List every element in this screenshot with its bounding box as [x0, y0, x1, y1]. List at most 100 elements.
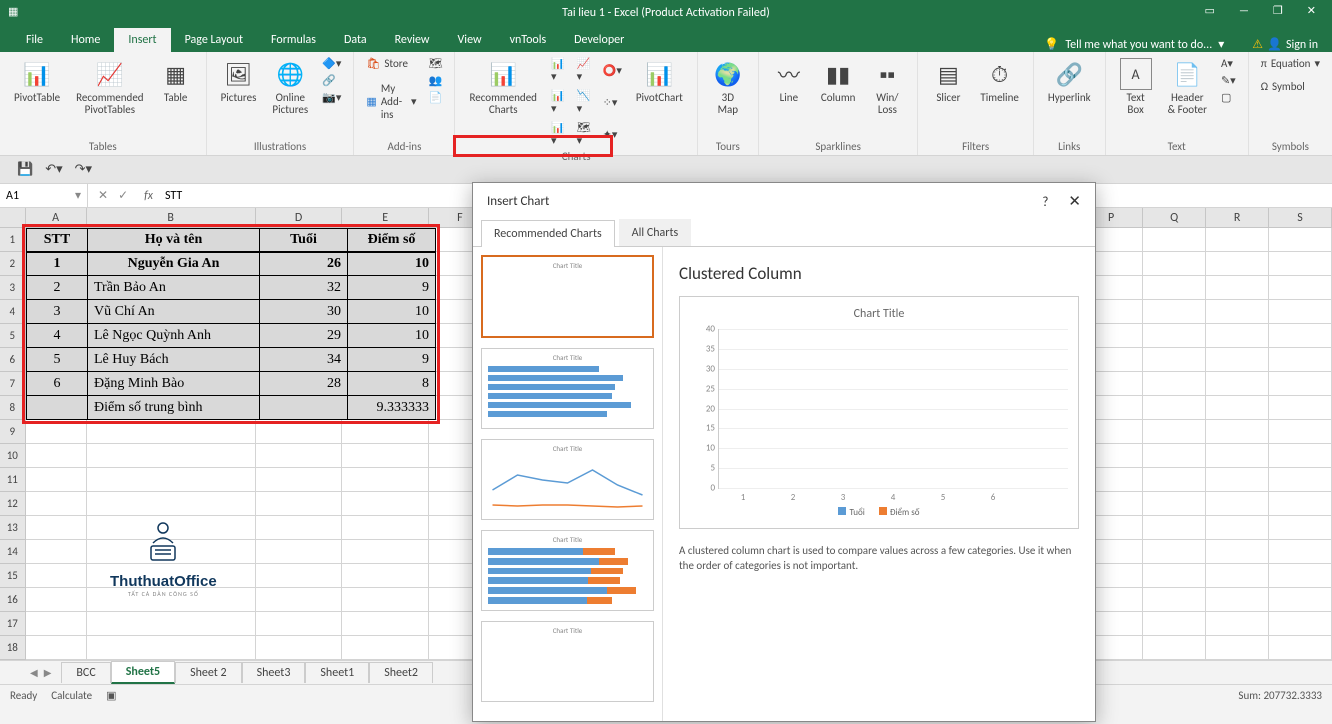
- row-header[interactable]: 13: [0, 516, 26, 540]
- dlg-tab-all[interactable]: All Charts: [619, 219, 692, 246]
- shapes-button[interactable]: 🔷▾: [320, 56, 343, 71]
- maximize-icon[interactable]: ❐: [1265, 0, 1291, 21]
- people-graph-button[interactable]: 👥: [427, 73, 445, 88]
- name-box[interactable]: A1▾: [0, 184, 88, 207]
- tab-view[interactable]: View: [444, 28, 496, 52]
- formula-input[interactable]: STT: [159, 189, 188, 203]
- textbox-button[interactable]: AText Box: [1116, 56, 1156, 118]
- spark-winloss-button[interactable]: ▪▪Win/ Loss: [867, 56, 907, 118]
- area-chart-button[interactable]: 📉▾: [575, 88, 593, 116]
- timeline-button[interactable]: ⏱Timeline: [976, 56, 1022, 106]
- wordart-button[interactable]: A▾: [1219, 56, 1238, 71]
- dlg-tab-recommended[interactable]: Recommended Charts: [481, 220, 615, 247]
- row-header[interactable]: 12: [0, 492, 26, 516]
- slicer-button[interactable]: ▤Slicer: [928, 56, 968, 106]
- enter-formula-icon[interactable]: ✓: [118, 188, 128, 203]
- row-header[interactable]: 16: [0, 588, 26, 612]
- screenshot-button[interactable]: 📷▾: [320, 90, 343, 105]
- sheet-tab-bcc[interactable]: BCC: [61, 662, 110, 683]
- group-links-label: Links: [1044, 138, 1095, 153]
- bar-chart-button[interactable]: 📊▾: [549, 88, 567, 116]
- rec-pivottables-button[interactable]: 📈Recommended PivotTables: [72, 56, 147, 118]
- store-button[interactable]: 🛍Store: [364, 56, 418, 71]
- row-header[interactable]: 11: [0, 468, 26, 492]
- spark-column-button[interactable]: ▮▮Column: [817, 56, 860, 106]
- signin-area[interactable]: ⚠👤Sign in: [1238, 37, 1332, 52]
- sheet-tab-sheet2[interactable]: Sheet 2: [175, 662, 242, 683]
- bing-maps-button[interactable]: 🗺: [427, 56, 445, 71]
- ribbon: 📊PivotTable 📈Recommended PivotTables ▦Ta…: [0, 52, 1332, 156]
- 3dmap-button[interactable]: 🌍3D Map: [708, 56, 748, 118]
- tab-vntools[interactable]: vnTools: [496, 28, 561, 52]
- dialog-close-icon[interactable]: ✕: [1068, 193, 1081, 211]
- col-S[interactable]: S: [1269, 208, 1332, 227]
- undo-icon[interactable]: ↶▾: [42, 162, 65, 177]
- pivottable-button[interactable]: 📊PivotTable: [10, 56, 64, 106]
- group-symbols: π Equation ▾ Ω Symbol Symbols: [1249, 52, 1332, 155]
- sheet-nav-next[interactable]: ▶: [44, 666, 52, 679]
- tab-home[interactable]: Home: [57, 28, 114, 52]
- status-sum: Sum: 207732.3333: [1238, 689, 1322, 702]
- minimize-icon[interactable]: —: [1231, 0, 1257, 21]
- spark-line-button[interactable]: 〰Line: [769, 56, 809, 106]
- group-illustrations: 🖼Pictures 🌐Online Pictures 🔷▾ 🔗 📷▾ Illus…: [207, 52, 355, 155]
- line-chart-button[interactable]: 📈▾: [575, 56, 593, 84]
- row-header[interactable]: 17: [0, 612, 26, 636]
- sigline-button[interactable]: ✎▾: [1219, 73, 1238, 88]
- row-header[interactable]: 10: [0, 444, 26, 468]
- fx-icon[interactable]: fx: [138, 189, 159, 203]
- sheet-tab-sheet1[interactable]: Sheet1: [305, 662, 369, 683]
- redo-icon[interactable]: ↷▾: [72, 162, 95, 177]
- header-footer-button[interactable]: 📄Header & Footer: [1164, 56, 1211, 118]
- row-header[interactable]: 15: [0, 564, 26, 588]
- user-icon: 👤: [1267, 37, 1282, 52]
- tab-insert[interactable]: Insert: [114, 28, 170, 52]
- smartart-button[interactable]: 🔗: [320, 73, 343, 88]
- pivotchart-button[interactable]: 📊PivotChart: [632, 56, 687, 106]
- pie-chart-button[interactable]: ⭕▾: [601, 56, 624, 84]
- ribbon-options-icon[interactable]: ▭: [1197, 0, 1223, 21]
- object-button[interactable]: ▢: [1219, 90, 1238, 105]
- pictures-button[interactable]: 🖼Pictures: [217, 56, 261, 106]
- status-calculate: Calculate: [51, 689, 92, 702]
- macro-icon[interactable]: ▣: [106, 689, 116, 702]
- table-button[interactable]: ▦Table: [156, 56, 196, 106]
- tab-review[interactable]: Review: [381, 28, 444, 52]
- equation-button[interactable]: π Equation ▾: [1259, 56, 1322, 71]
- sheet-nav-prev[interactable]: ◀: [30, 666, 38, 679]
- dialog-help-icon[interactable]: ?: [1042, 195, 1048, 210]
- thumb-line[interactable]: Chart Title: [481, 439, 654, 520]
- thumb-stacked-bar[interactable]: Chart Title: [481, 530, 654, 611]
- col-R[interactable]: R: [1206, 208, 1269, 227]
- rec-charts-button[interactable]: 📊Recommended Charts: [465, 56, 540, 118]
- visio-button[interactable]: 📄: [427, 90, 445, 105]
- group-text-label: Text: [1116, 138, 1238, 153]
- tab-file[interactable]: File: [12, 28, 57, 52]
- thumb-clustered-bar[interactable]: Chart Title: [481, 348, 654, 429]
- tab-data[interactable]: Data: [330, 28, 381, 52]
- close-icon[interactable]: ✕: [1299, 0, 1324, 21]
- save-icon[interactable]: 💾: [14, 162, 36, 177]
- symbol-button[interactable]: Ω Symbol: [1259, 79, 1322, 94]
- sheet-tab-sheet3[interactable]: Sheet3: [242, 662, 306, 683]
- row-header[interactable]: 18: [0, 636, 26, 660]
- cancel-formula-icon[interactable]: ✕: [98, 188, 108, 203]
- chart-description: A clustered column chart is used to comp…: [679, 543, 1079, 574]
- scatter-chart-button[interactable]: ⁘▾: [601, 88, 624, 116]
- sheet-tab-sheet5[interactable]: Sheet5: [111, 661, 175, 684]
- online-pictures-button[interactable]: 🌐Online Pictures: [268, 56, 312, 118]
- sheet-tab-sheet2b[interactable]: Sheet2: [369, 662, 433, 683]
- group-illus-label: Illustrations: [217, 138, 344, 153]
- tell-me-box[interactable]: 💡Tell me what you want to do...▾: [1030, 37, 1238, 52]
- hyperlink-button[interactable]: 🔗Hyperlink: [1044, 56, 1095, 106]
- tab-pagelayout[interactable]: Page Layout: [171, 28, 257, 52]
- column-chart-button[interactable]: 📊▾: [549, 56, 567, 84]
- tab-developer[interactable]: Developer: [560, 28, 638, 52]
- tab-formulas[interactable]: Formulas: [257, 28, 330, 52]
- my-addins-button[interactable]: ▦My Add-ins ▾: [364, 81, 418, 122]
- chart-title: Chart Title: [690, 307, 1068, 321]
- row-header[interactable]: 14: [0, 540, 26, 564]
- thumb-column-alt[interactable]: Chart Title: [481, 621, 654, 702]
- thumb-clustered-column[interactable]: Chart Title: [481, 255, 654, 338]
- col-Q[interactable]: Q: [1143, 208, 1206, 227]
